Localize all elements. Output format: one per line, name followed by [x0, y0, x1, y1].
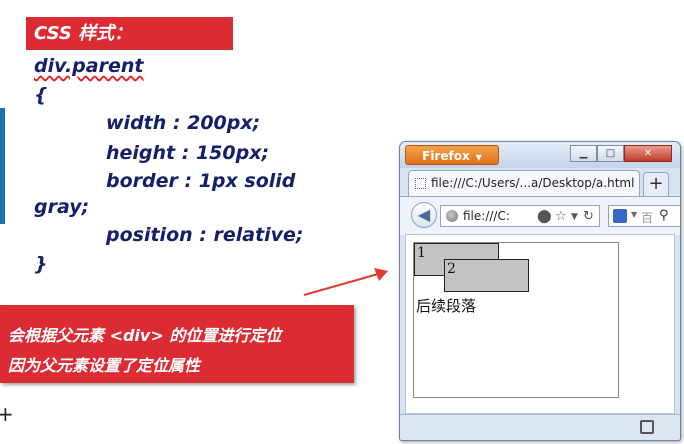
close-button[interactable]: ✕ [624, 145, 672, 162]
page-content: 1 2 后续段落 [405, 234, 675, 414]
new-tab-button[interactable]: + [643, 172, 669, 196]
search-icon[interactable]: ⚲ [659, 208, 669, 223]
code-border: border : 1px solid [106, 170, 296, 192]
firefox-menu-button[interactable]: Firefox ▼ [405, 145, 499, 165]
code-border-continued: gray; [34, 196, 90, 218]
code-open-brace: { [34, 84, 48, 106]
search-engine-dropdown-icon[interactable]: ▼ [631, 210, 637, 219]
tab-title: file:///C:/Users/...a/Desktop/a.html [431, 176, 635, 190]
addon-bar-icon[interactable] [640, 420, 654, 434]
search-engine-icon[interactable] [613, 209, 627, 223]
search-box[interactable]: ▼ 百 ⚲ [608, 205, 680, 227]
note-line-2: 因为父元素设置了定位属性 [8, 356, 201, 375]
note-line-1: 会根据父元素 <div> 的位置进行定位 [8, 326, 282, 345]
search-placeholder: 百 [641, 211, 654, 225]
box-2: 2 [444, 259, 529, 292]
go-icon[interactable]: ⬤ [537, 209, 552, 224]
firefox-menu-label: Firefox [422, 149, 470, 163]
globe-icon [446, 210, 458, 222]
css-style-heading: CSS 样式： [26, 17, 233, 50]
explanation-box: 会根据父元素 <div> 的位置进行定位 因为父元素设置了定位属性 [0, 305, 354, 383]
following-paragraph: 后续段落 [416, 297, 477, 315]
close-icon: ✕ [643, 148, 653, 159]
code-selector: div.parent [34, 55, 144, 77]
minimize-icon: ▁ [579, 148, 588, 159]
side-accent-bar [0, 108, 5, 224]
firefox-window: Firefox ▼ ▁ □ ✕ file:///C:/Users/...a/Des… [399, 141, 681, 441]
chevron-down-icon: ▼ [475, 153, 482, 162]
title-bar: Firefox ▼ ▁ □ ✕ [400, 142, 680, 168]
page-icon [415, 178, 426, 189]
history-dropdown-icon[interactable]: ▼ [571, 212, 578, 222]
minimize-button[interactable]: ▁ [570, 145, 597, 162]
back-button[interactable]: ◀ [411, 202, 437, 228]
plus-mark: + [0, 402, 14, 426]
bookmark-star-icon[interactable]: ☆ [555, 209, 567, 224]
maximize-icon: □ [605, 148, 616, 159]
parent-div: 1 2 后续段落 [413, 242, 619, 398]
code-close-brace: } [34, 253, 48, 275]
reload-icon[interactable]: ↻ [583, 209, 594, 224]
url-bar[interactable]: file:///C: ⬤ ☆ ▼ ↻ [440, 205, 600, 227]
maximize-button[interactable]: □ [597, 145, 624, 162]
code-height: height : 150px; [106, 142, 270, 164]
code-position: position : relative; [106, 224, 304, 246]
tab-current[interactable]: file:///C:/Users/...a/Desktop/a.html [408, 170, 640, 196]
back-arrow-icon: ◀ [417, 205, 431, 224]
status-bar [400, 414, 680, 440]
pointer-arrow [303, 268, 388, 296]
url-text: file:///C: [463, 209, 510, 223]
code-width: width : 200px; [106, 112, 261, 134]
navigation-bar: ◀ file:///C: ⬤ ☆ ▼ ↻ ▼ 百 ⚲ [400, 196, 680, 235]
